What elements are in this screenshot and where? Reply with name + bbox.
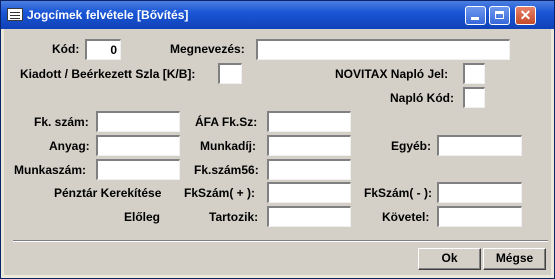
megnevezes-label: Megnevezés: bbox=[170, 42, 245, 56]
kovetel-label: Követel: bbox=[382, 210, 430, 224]
fkszam-plus-label: FkSzám( + ): bbox=[184, 186, 256, 200]
kovetel-input[interactable] bbox=[437, 206, 522, 227]
fkszam-minus-input[interactable] bbox=[437, 182, 522, 203]
fkszam56-label: Fk.szám56: bbox=[194, 163, 259, 177]
dialog-window: Jogcímek felvétele [Bővítés] ✕ Kód: Megn… bbox=[0, 0, 555, 279]
maximize-icon bbox=[490, 7, 509, 24]
fkszam-minus-label: FkSzám( - ): bbox=[364, 186, 433, 200]
fkszam56-input[interactable] bbox=[267, 159, 351, 180]
eloleg-label: Előleg bbox=[124, 210, 161, 224]
afa-input[interactable] bbox=[267, 111, 351, 132]
fkszam-plus-input[interactable] bbox=[267, 182, 351, 203]
egyeb-label: Egyéb: bbox=[391, 139, 432, 153]
munkadij-label: Munkadíj: bbox=[200, 139, 256, 153]
anyag-input[interactable] bbox=[96, 135, 180, 156]
app-icon bbox=[7, 8, 23, 21]
maximize-button[interactable] bbox=[489, 6, 510, 25]
kiadott-input[interactable] bbox=[218, 63, 242, 84]
close-button[interactable]: ✕ bbox=[515, 6, 536, 25]
egyeb-input[interactable] bbox=[437, 135, 522, 156]
cancel-button[interactable]: Mégse bbox=[483, 248, 546, 270]
ok-button[interactable]: Ok bbox=[418, 248, 481, 270]
tartozik-input[interactable] bbox=[267, 206, 351, 227]
minimize-icon bbox=[466, 7, 485, 24]
anyag-label: Anyag: bbox=[49, 139, 90, 153]
title-bar[interactable]: Jogcímek felvétele [Bővítés] ✕ bbox=[1, 1, 554, 29]
kod-input[interactable] bbox=[85, 39, 121, 60]
kod-label: Kód: bbox=[52, 42, 80, 56]
munkadij-input[interactable] bbox=[267, 135, 351, 156]
fk-szam-input[interactable] bbox=[96, 111, 180, 132]
tartozik-label: Tartozik: bbox=[209, 210, 259, 224]
minimize-button[interactable] bbox=[465, 6, 486, 25]
close-icon: ✕ bbox=[519, 7, 532, 23]
naplo-kod-input[interactable] bbox=[463, 87, 485, 108]
separator-line bbox=[13, 240, 548, 242]
penztar-kerekitese-label: Pénztár Kerekítése bbox=[54, 186, 162, 200]
novitax-input[interactable] bbox=[463, 63, 485, 84]
form-area: Kód: Megnevezés: Kiadott / Beérkezett Sz… bbox=[4, 29, 551, 275]
fk-szam-label: Fk. szám: bbox=[34, 115, 89, 129]
afa-label: ÁFA Fk.Sz: bbox=[195, 115, 258, 129]
munkaszam-input[interactable] bbox=[96, 159, 180, 180]
novitax-label: NOVITAX Napló Jel: bbox=[335, 67, 449, 81]
naplo-kod-label: Napló Kód: bbox=[390, 91, 454, 105]
munkaszam-label: Munkaszám: bbox=[14, 163, 87, 177]
window-title: Jogcímek felvétele [Bővítés] bbox=[27, 8, 189, 22]
kiadott-label: Kiadott / Beérkezett Szla [K/B]: bbox=[20, 67, 196, 81]
megnevezes-input[interactable] bbox=[256, 39, 510, 60]
